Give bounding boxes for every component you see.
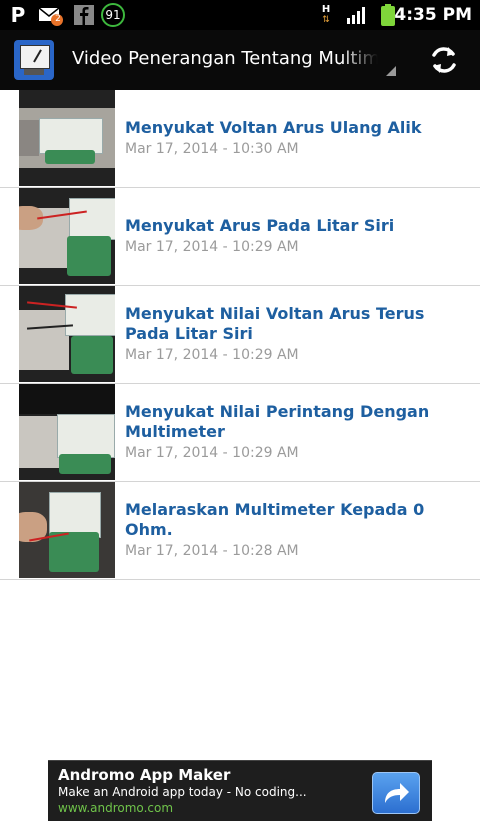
signal-icon: [346, 4, 368, 26]
video-thumbnail: [19, 90, 115, 186]
app-logo-icon[interactable]: [14, 40, 54, 80]
network-type-label: H: [321, 4, 331, 15]
ad-banner[interactable]: Andromo App Maker Make an Android app to…: [48, 760, 432, 821]
list-item[interactable]: Menyukat Arus Pada Litar Siri Mar 17, 20…: [0, 188, 480, 286]
video-title[interactable]: Menyukat Voltan Arus Ulang Alik: [125, 118, 460, 138]
video-title[interactable]: Menyukat Nilai Voltan Arus Terus Pada Li…: [125, 304, 460, 344]
clock: 4:35 PM: [394, 5, 472, 25]
data-arrows-icon: ⇅: [322, 15, 330, 25]
video-thumbnail: [19, 482, 115, 578]
video-thumbnail: [19, 188, 115, 284]
video-title[interactable]: Menyukat Arus Pada Litar Siri: [125, 216, 460, 236]
video-title[interactable]: Menyukat Nilai Perintang Dengan Multimet…: [125, 402, 460, 442]
video-date: Mar 17, 2014 - 10:29 AM: [125, 347, 299, 363]
video-date: Mar 17, 2014 - 10:30 AM: [125, 141, 299, 157]
battery-percent: 91: [105, 8, 121, 22]
video-date: Mar 17, 2014 - 10:28 AM: [125, 543, 299, 559]
ad-title[interactable]: Andromo App Maker: [58, 766, 230, 784]
list-item[interactable]: Menyukat Nilai Voltan Arus Terus Pada Li…: [0, 286, 480, 384]
list-item[interactable]: Menyukat Nilai Perintang Dengan Multimet…: [0, 384, 480, 482]
share-arrow-icon[interactable]: [372, 772, 420, 814]
p-notification-icon: P: [10, 3, 26, 27]
action-bar: Video Penerangan Tentang Multimeter: [0, 30, 480, 92]
refresh-icon[interactable]: [426, 42, 462, 78]
video-list: Menyukat Voltan Arus Ulang Alik Mar 17, …: [0, 90, 480, 580]
video-title[interactable]: Melaraskan Multimeter Kepada 0 Ohm.: [125, 500, 460, 540]
mail-badge: 2: [55, 14, 61, 24]
video-date: Mar 17, 2014 - 10:29 AM: [125, 239, 299, 255]
list-item[interactable]: Menyukat Voltan Arus Ulang Alik Mar 17, …: [0, 90, 480, 188]
page-title[interactable]: Video Penerangan Tentang Multimeter: [72, 48, 378, 74]
video-thumbnail: [19, 384, 115, 480]
status-bar: P 2 91 H ⇅ 4:35 PM: [0, 0, 480, 30]
list-item[interactable]: Melaraskan Multimeter Kepada 0 Ohm. Mar …: [0, 482, 480, 580]
network-type-icon: H ⇅: [318, 4, 334, 26]
facebook-icon: [73, 4, 95, 26]
ad-url[interactable]: www.andromo.com: [58, 801, 173, 815]
video-thumbnail: [19, 286, 115, 382]
ad-subtitle: Make an Android app today - No coding...: [58, 785, 307, 799]
video-date: Mar 17, 2014 - 10:29 AM: [125, 445, 299, 461]
dropdown-indicator-icon[interactable]: [386, 66, 396, 76]
